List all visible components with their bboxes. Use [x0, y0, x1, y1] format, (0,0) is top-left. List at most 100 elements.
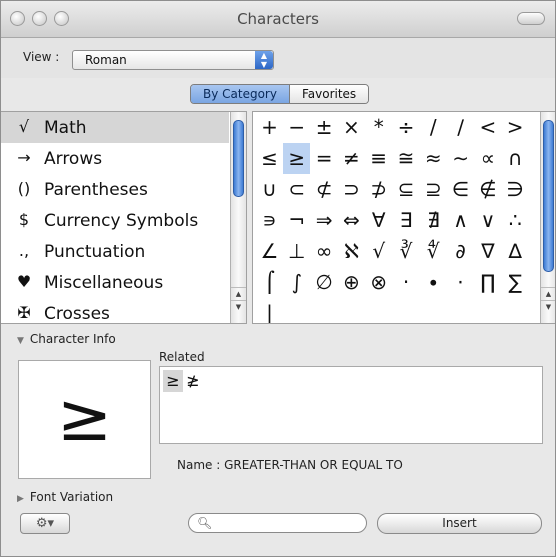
glyph-grid: ||∑∏⋅∙·⊗⊕∅∫⌠∆∇∂∜∛√ℵ∞⊥∠∴∨∧∄∃∀⇔⇒¬∍∋∉∈⊇⊆⊅⊃⊄…	[252, 111, 555, 324]
category-label: Crosses	[44, 304, 110, 324]
glyph-cell[interactable]: ∞	[311, 236, 338, 267]
glyph-cell[interactable]: +	[256, 112, 283, 143]
glyph-cell[interactable]: ≡	[365, 143, 392, 174]
glyph-cell[interactable]: ∪	[256, 174, 283, 205]
glyph-cell[interactable]: ≥	[283, 143, 311, 174]
category-item[interactable]: () Parentheses	[1, 174, 229, 205]
glyph-cell[interactable]: ∇	[474, 236, 501, 267]
glyph-cell[interactable]: √	[365, 236, 392, 267]
glyph-cell[interactable]: ∼	[447, 143, 474, 174]
glyph-cell[interactable]: ∜	[420, 236, 447, 267]
category-item[interactable]: ✠ Crosses	[1, 298, 229, 324]
glyph-cell[interactable]: ∑	[502, 267, 529, 298]
category-scroll-thumb[interactable]	[233, 120, 244, 197]
glyph-cell[interactable]: ∧	[447, 205, 474, 236]
glyph-cell[interactable]: ±	[311, 112, 338, 143]
glyph-cell[interactable]: =	[311, 143, 338, 174]
glyph-cell[interactable]: ∆	[502, 236, 529, 267]
disclosure-open-icon: ▼	[17, 336, 24, 346]
glyph-cell[interactable]: ∈	[447, 174, 474, 205]
glyph-cell[interactable]: ∀	[365, 205, 392, 236]
glyph-cell[interactable]: ∏	[474, 267, 501, 298]
glyph-cell[interactable]: ≈	[420, 143, 447, 174]
glyph-cell[interactable]: ⇔	[338, 205, 365, 236]
glyph-cell[interactable]: ∝	[474, 143, 501, 174]
glyph-scrollbar[interactable]: ▲ ▼	[540, 112, 555, 323]
insert-button[interactable]: Insert	[377, 513, 542, 534]
tab-favorites[interactable]: Favorites	[289, 85, 369, 103]
glyph-cell[interactable]: ≤	[256, 143, 283, 174]
glyph-cell[interactable]: ∙	[420, 267, 447, 298]
scroll-down-arrow-icon[interactable]: ▼	[231, 300, 246, 313]
category-list: ✠ Crosses ♥ Miscellaneous., Punctuation $ Curr…	[1, 111, 247, 324]
font-variation-header[interactable]: ▶ Font Variation	[17, 490, 113, 504]
glyph-cell[interactable]: ∩	[502, 143, 529, 174]
glyph-cell[interactable]: −	[283, 112, 310, 143]
toolbar-toggle-button[interactable]	[517, 12, 545, 25]
glyph-cell[interactable]: ⊃	[338, 174, 365, 205]
glyph-cell[interactable]: ∨	[474, 205, 501, 236]
view-toolbar: View : Roman ▲ ▼	[1, 38, 555, 78]
glyph-cell[interactable]: >	[502, 112, 529, 143]
category-item[interactable]: → Arrows	[1, 143, 229, 174]
glyph-cell[interactable]: ∴	[502, 205, 529, 236]
category-scrollbar[interactable]: ▲ ▼	[230, 112, 246, 323]
glyph-cell[interactable]: ⊂	[283, 174, 310, 205]
glyph-cell[interactable]: ×	[338, 112, 365, 143]
glyph-cell[interactable]: ⊗	[365, 267, 392, 298]
glyph-cell[interactable]: ∍	[256, 205, 283, 236]
glyph-cell[interactable]: ℵ	[338, 236, 365, 267]
glyph-cell[interactable]: *	[365, 112, 392, 143]
glyph-cell[interactable]: ÷	[393, 112, 420, 143]
category-item[interactable]: √ Math	[1, 112, 229, 143]
glyph-cell[interactable]: ¬	[283, 205, 310, 236]
related-list: ≥ ≱	[159, 366, 543, 444]
category-icon: .,	[18, 241, 30, 260]
glyph-cell[interactable]: ·	[393, 267, 420, 298]
glyph-cell[interactable]: ∃	[393, 205, 420, 236]
category-label: Currency Symbols	[44, 211, 199, 231]
glyph-cell[interactable]: ∠	[256, 236, 283, 267]
category-icon: →	[17, 148, 31, 167]
glyph-cell[interactable]: ⊆	[393, 174, 420, 205]
scroll-up-arrow-icon[interactable]: ▲	[231, 287, 246, 300]
glyph-cell[interactable]: ∋	[502, 174, 529, 205]
glyph-cell[interactable]: ⋅	[447, 267, 474, 298]
glyph-scroll-thumb[interactable]	[543, 120, 554, 272]
glyph-cell[interactable]: <	[474, 112, 501, 143]
category-label: Punctuation	[44, 242, 146, 262]
related-glyph[interactable]: ≱	[183, 370, 203, 392]
glyph-cell[interactable]: ∄	[420, 205, 447, 236]
glyph-cell[interactable]: ∉	[474, 174, 501, 205]
glyph-cell[interactable]: ≠	[338, 143, 365, 174]
category-item[interactable]: $ Currency Symbols	[1, 205, 229, 236]
glyph-cell[interactable]: ⊇	[420, 174, 447, 205]
glyph-cell[interactable]: ≅	[393, 143, 420, 174]
glyph-cell[interactable]: ⊅	[365, 174, 392, 205]
glyph-cell[interactable]: |	[256, 298, 283, 323]
related-glyph[interactable]: ≥	[163, 370, 183, 392]
glyph-cell[interactable]: ⌠	[256, 267, 283, 298]
scroll-down-arrow-icon[interactable]: ▼	[541, 300, 555, 313]
search-input[interactable]	[213, 516, 353, 529]
glyph-cell[interactable]: ⊥	[283, 236, 310, 267]
glyph-cell[interactable]: ∫	[283, 267, 310, 298]
view-popup[interactable]: Roman ▲ ▼	[72, 50, 274, 70]
glyph-cell[interactable]: ⊄	[311, 174, 338, 205]
gear-menu-button[interactable]: ⚙▾	[20, 513, 70, 534]
glyph-cell[interactable]: ∂	[447, 236, 474, 267]
glyph-cell[interactable]: /	[420, 112, 447, 143]
glyph-cell[interactable]: ⇒	[311, 205, 338, 236]
glyph-cell[interactable]: ∅	[311, 267, 338, 298]
search-icon: 🔍︎	[197, 516, 213, 530]
search-field[interactable]: 🔍︎	[188, 513, 367, 533]
glyph-cell[interactable]: ∕	[447, 112, 474, 143]
category-item[interactable]: ., Punctuation	[1, 236, 229, 267]
character-info-header[interactable]: ▼ Character Info	[17, 332, 116, 346]
category-item[interactable]: ♥ Miscellaneous	[1, 267, 229, 298]
tab-by-category[interactable]: By Category	[191, 85, 290, 103]
disclosure-closed-icon: ▶	[17, 494, 24, 504]
scroll-up-arrow-icon[interactable]: ▲	[541, 287, 555, 300]
glyph-cell[interactable]: ∛	[393, 236, 420, 267]
glyph-cell[interactable]: ⊕	[338, 267, 365, 298]
